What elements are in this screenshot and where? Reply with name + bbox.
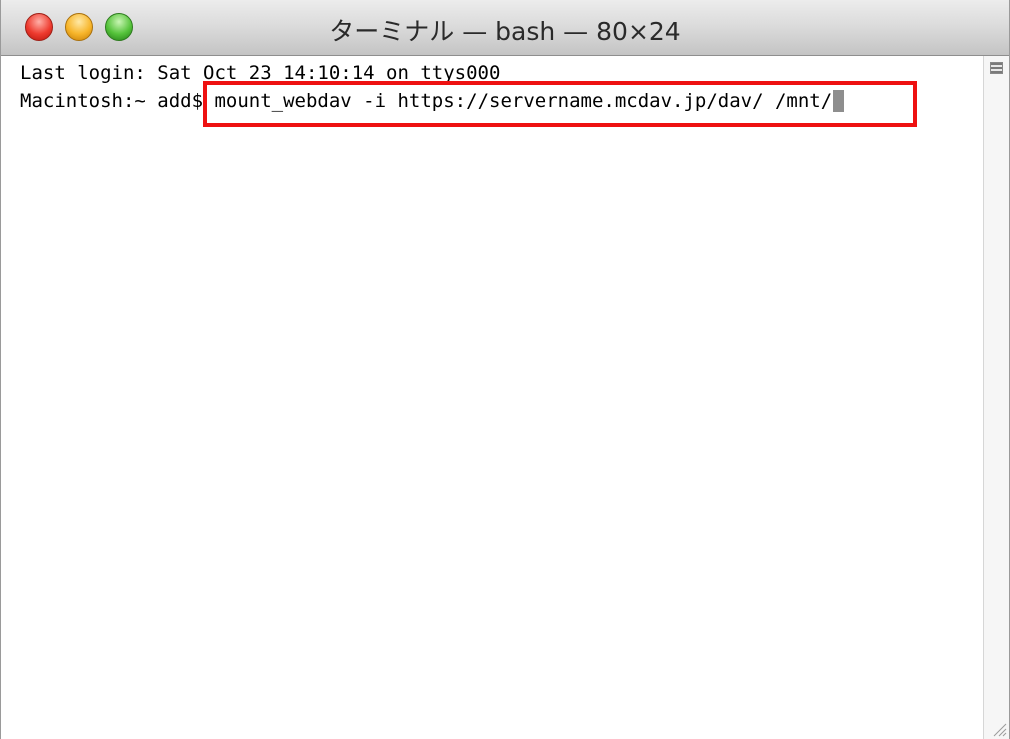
vertical-scrollbar[interactable]	[983, 56, 1009, 739]
command-highlight-box	[203, 81, 917, 127]
resize-grip-icon[interactable]	[991, 721, 1007, 737]
split-pane-icon[interactable]	[990, 62, 1003, 74]
title-bar[interactable]: ターミナル — bash — 80×24	[1, 0, 1009, 56]
shell-prompt: Macintosh:~ add$	[20, 90, 215, 112]
terminal-content[interactable]: Last login: Sat Oct 23 14:10:14 on ttys0…	[1, 56, 984, 739]
window-title: ターミナル — bash — 80×24	[329, 17, 681, 46]
terminal-window: ターミナル — bash — 80×24 Last login: Sat Oct…	[0, 0, 1010, 739]
